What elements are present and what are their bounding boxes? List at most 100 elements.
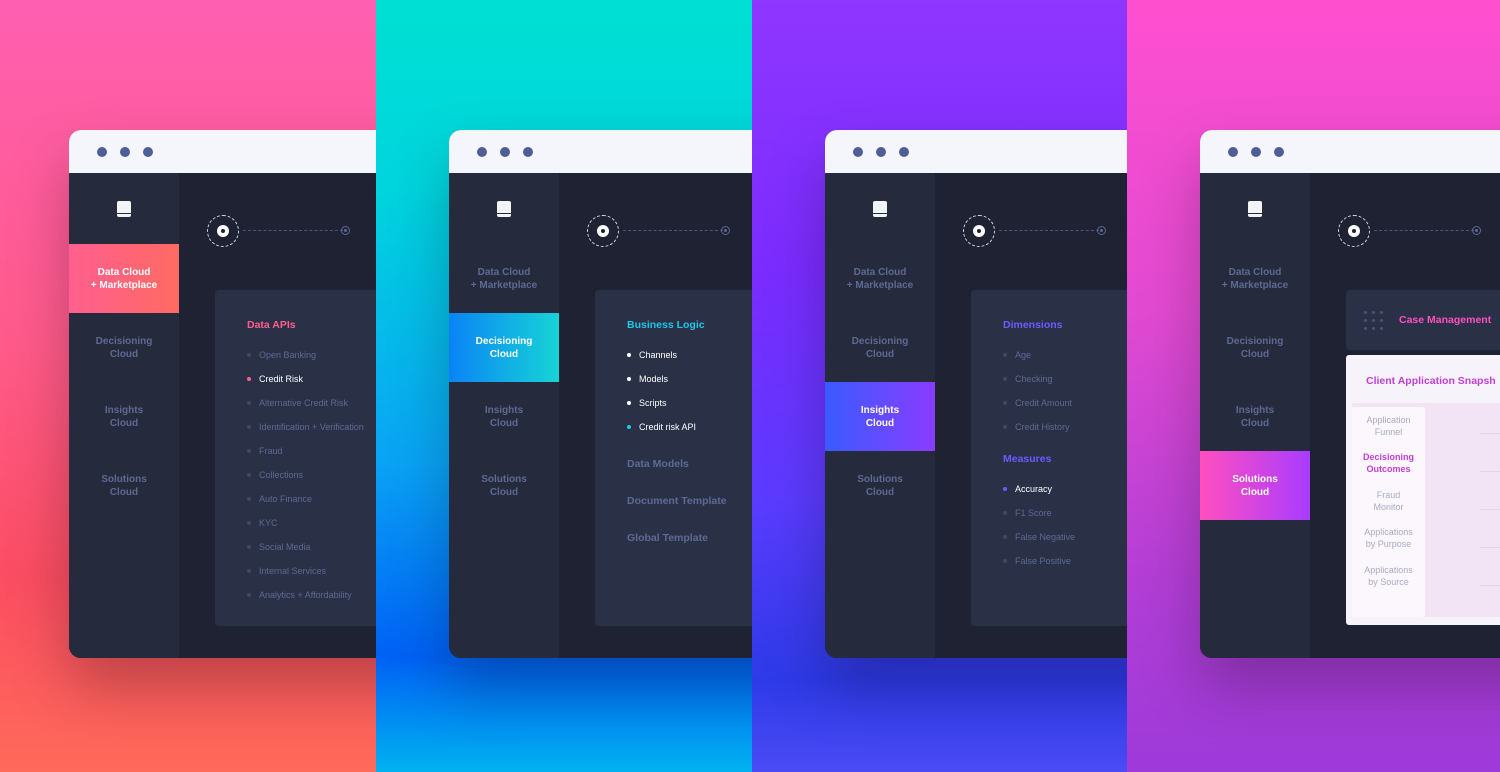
logo bbox=[825, 173, 935, 244]
sidebar-item-decisioning[interactable]: Decisioning Cloud bbox=[449, 313, 559, 382]
list-item[interactable]: Credit Risk bbox=[247, 367, 376, 391]
list-item[interactable]: Credit Amount bbox=[1003, 391, 1127, 415]
step-next-icon[interactable] bbox=[341, 226, 350, 235]
step-connector bbox=[243, 230, 343, 231]
sidebar: Data Cloud + Marketplace Decisioning Clo… bbox=[825, 173, 935, 658]
logo bbox=[69, 173, 179, 244]
sidebar-item-data-cloud[interactable]: Data Cloud + Marketplace bbox=[69, 244, 179, 313]
step-current-icon[interactable] bbox=[963, 215, 995, 247]
window-dot[interactable] bbox=[1251, 146, 1261, 157]
logo bbox=[449, 173, 559, 244]
step-next-icon[interactable] bbox=[1472, 226, 1481, 235]
panel-insights-cloud: Data Cloud + Marketplace Decisioning Clo… bbox=[752, 0, 1127, 772]
sidebar-item-solutions[interactable]: Solutions Cloud bbox=[825, 451, 935, 520]
step-connector bbox=[1374, 230, 1474, 231]
window-dot[interactable] bbox=[500, 146, 510, 157]
gridline bbox=[1480, 509, 1500, 510]
list-item[interactable]: False Positive bbox=[1003, 549, 1127, 573]
gridline bbox=[1480, 433, 1500, 434]
section-document-template[interactable]: Document Template bbox=[627, 482, 752, 519]
sidebar-item-data-cloud[interactable]: Data Cloud + Marketplace bbox=[1200, 244, 1310, 313]
window-dot[interactable] bbox=[97, 146, 107, 157]
step-next-icon[interactable] bbox=[721, 226, 730, 235]
metrics-card: Dimensions Age Checking Credit Amount Cr… bbox=[971, 290, 1127, 626]
snapshot-item-applications-by-source[interactable]: Applications by Source bbox=[1352, 557, 1425, 595]
card-title: Business Logic bbox=[627, 319, 705, 331]
panel-decisioning-cloud: Data Cloud + Marketplace Decisioning Clo… bbox=[376, 0, 752, 772]
window-dot[interactable] bbox=[876, 146, 886, 157]
snapshot-menu: Application Funnel Decisioning Outcomes … bbox=[1352, 407, 1425, 617]
step-next-icon[interactable] bbox=[1097, 226, 1106, 235]
app-window: Data Cloud + Marketplace Decisioning Clo… bbox=[69, 130, 376, 658]
section-data-models[interactable]: Data Models bbox=[627, 445, 752, 482]
sidebar-item-solutions[interactable]: Solutions Cloud bbox=[449, 451, 559, 520]
list-item[interactable]: Collections bbox=[247, 463, 376, 487]
sidebar: Data Cloud + Marketplace Decisioning Clo… bbox=[449, 173, 559, 658]
list-item[interactable]: Open Banking bbox=[247, 343, 376, 367]
sidebar-item-insights[interactable]: Insights Cloud bbox=[1200, 382, 1310, 451]
list-item[interactable]: Age bbox=[1003, 343, 1127, 367]
measures-title: Measures bbox=[1003, 453, 1052, 465]
sidebar-item-insights[interactable]: Insights Cloud bbox=[825, 382, 935, 451]
gridline bbox=[1480, 471, 1500, 472]
dimensions-title: Dimensions bbox=[1003, 319, 1063, 331]
business-logic-card: Business Logic Channels Models Scripts C… bbox=[595, 290, 752, 626]
list-item[interactable]: False Negative bbox=[1003, 525, 1127, 549]
title-bar bbox=[1200, 130, 1500, 173]
list-item[interactable]: F1 Score bbox=[1003, 501, 1127, 525]
title-bar bbox=[69, 130, 376, 173]
list-item[interactable]: Fraud bbox=[247, 439, 376, 463]
window-dot[interactable] bbox=[1274, 146, 1284, 157]
case-management-bar[interactable]: Case Management bbox=[1346, 290, 1500, 350]
list-item[interactable]: Credit History bbox=[1003, 415, 1127, 439]
snapshot-item-application-funnel[interactable]: Application Funnel bbox=[1352, 407, 1425, 445]
snapshot-item-fraud-monitor[interactable]: Fraud Monitor bbox=[1352, 482, 1425, 520]
list-item[interactable]: Channels bbox=[627, 343, 752, 367]
book-icon bbox=[117, 200, 131, 217]
list-item[interactable]: Identification + Verification bbox=[247, 415, 376, 439]
sidebar-item-insights[interactable]: Insights Cloud bbox=[449, 382, 559, 451]
list-item[interactable]: Credit risk API bbox=[627, 415, 752, 439]
list-item[interactable]: Scripts bbox=[627, 391, 752, 415]
window-dot[interactable] bbox=[1228, 146, 1238, 157]
sidebar-item-insights[interactable]: Insights Cloud bbox=[69, 382, 179, 451]
snapshot-item-applications-by-purpose[interactable]: Applications by Purpose bbox=[1352, 520, 1425, 558]
app-window: Data Cloud + Marketplace Decisioning Clo… bbox=[1200, 130, 1500, 658]
gridline bbox=[1480, 585, 1500, 586]
list-item[interactable]: Internal Services bbox=[247, 559, 376, 583]
step-current-icon[interactable] bbox=[207, 215, 239, 247]
window-dot[interactable] bbox=[523, 146, 533, 157]
sidebar-item-data-cloud[interactable]: Data Cloud + Marketplace bbox=[825, 244, 935, 313]
list-item[interactable]: KYC bbox=[247, 511, 376, 535]
title-bar bbox=[449, 130, 752, 173]
list-item[interactable]: Analytics + Affordability bbox=[247, 583, 376, 607]
book-icon bbox=[873, 200, 887, 217]
sidebar-item-solutions[interactable]: Solutions Cloud bbox=[69, 451, 179, 520]
step-current-icon[interactable] bbox=[587, 215, 619, 247]
sidebar-item-decisioning[interactable]: Decisioning Cloud bbox=[825, 313, 935, 382]
window-dot[interactable] bbox=[143, 146, 153, 157]
app-window: Data Cloud + Marketplace Decisioning Clo… bbox=[825, 130, 1127, 658]
list-item[interactable]: Auto Finance bbox=[247, 487, 376, 511]
sidebar: Data Cloud + Marketplace Decisioning Clo… bbox=[1200, 173, 1310, 658]
step-connector bbox=[999, 230, 1099, 231]
sidebar-item-decisioning[interactable]: Decisioning Cloud bbox=[69, 313, 179, 382]
list-item[interactable]: Accuracy bbox=[1003, 477, 1127, 501]
sidebar-item-solutions[interactable]: Solutions Cloud bbox=[1200, 451, 1310, 520]
book-icon bbox=[497, 200, 511, 217]
window-dot[interactable] bbox=[477, 146, 487, 157]
client-application-snapshot: Client Application Snapsh Application Fu… bbox=[1346, 355, 1500, 625]
step-current-icon[interactable] bbox=[1338, 215, 1370, 247]
snapshot-item-decisioning-outcomes[interactable]: Decisioning Outcomes bbox=[1352, 445, 1425, 483]
sidebar-item-data-cloud[interactable]: Data Cloud + Marketplace bbox=[449, 244, 559, 313]
list-item[interactable]: Models bbox=[627, 367, 752, 391]
section-global-template[interactable]: Global Template bbox=[627, 519, 752, 556]
window-dot[interactable] bbox=[853, 146, 863, 157]
window-dot[interactable] bbox=[120, 146, 130, 157]
case-management-label: Case Management bbox=[1399, 314, 1492, 326]
list-item[interactable]: Checking bbox=[1003, 367, 1127, 391]
list-item[interactable]: Alternative Credit Risk bbox=[247, 391, 376, 415]
sidebar-item-decisioning[interactable]: Decisioning Cloud bbox=[1200, 313, 1310, 382]
list-item[interactable]: Social Media bbox=[247, 535, 376, 559]
window-dot[interactable] bbox=[899, 146, 909, 157]
